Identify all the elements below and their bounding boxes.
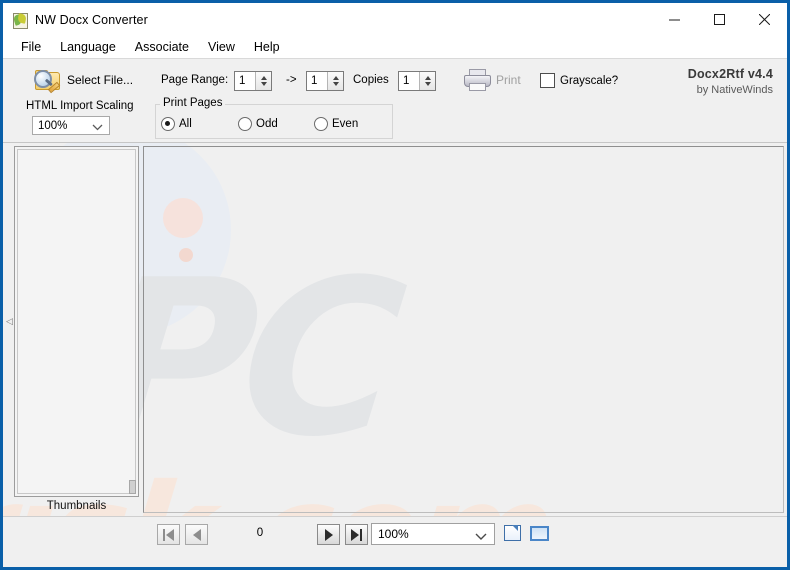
- print-pages-group-title: Print Pages: [160, 97, 226, 109]
- page-range-to-value: 1: [311, 75, 318, 87]
- menu-item-help[interactable]: Help: [245, 38, 289, 56]
- page-range-from-stepper[interactable]: 1: [234, 71, 272, 91]
- copies-stepper[interactable]: 1: [398, 71, 436, 91]
- radio-all-dot: [161, 117, 175, 131]
- menu-bar: File Language Associate View Help: [3, 36, 787, 58]
- thumbnails-label: Thumbnails: [46, 500, 107, 512]
- thumbnails-panel[interactable]: [14, 146, 139, 497]
- zoom-value: 100%: [378, 527, 409, 541]
- html-import-scaling-select[interactable]: 100%: [32, 116, 110, 135]
- html-import-scaling-value: 100%: [38, 119, 68, 132]
- zoom-select[interactable]: 100%: [371, 523, 495, 545]
- radio-even-dot: [314, 117, 328, 131]
- html-import-scaling-label: HTML Import Scaling: [26, 100, 134, 112]
- fit-page-view-icon[interactable]: [530, 524, 549, 543]
- single-page-view-icon[interactable]: [503, 524, 522, 543]
- toolbar-row-bottom: HTML Import Scaling 100% Print Pages All…: [3, 97, 787, 139]
- grayscale-checkbox[interactable]: Grayscale?: [540, 73, 618, 88]
- radio-even-label: Even: [332, 118, 359, 130]
- status-bar: 0 100%: [3, 516, 787, 567]
- toolbar: Select File... Page Range: 1 -> 1 Copies…: [3, 58, 787, 143]
- title-bar: NW Docx Converter: [3, 3, 787, 36]
- page-range-label: Page Range:: [161, 74, 229, 86]
- grayscale-label: Grayscale?: [560, 74, 619, 87]
- window-title: NW Docx Converter: [35, 12, 148, 27]
- page-range-to-arrows[interactable]: [327, 72, 343, 90]
- printer-icon: [463, 69, 491, 91]
- collapse-chevron-icon[interactable]: ◁: [6, 317, 13, 326]
- next-page-icon[interactable]: [317, 524, 340, 545]
- radio-print-all[interactable]: All: [161, 117, 192, 131]
- brand-author: by NativeWinds: [696, 84, 773, 96]
- grayscale-checkbox-box[interactable]: [540, 73, 555, 88]
- page-range-to-stepper[interactable]: 1: [306, 71, 344, 91]
- copies-value: 1: [403, 75, 410, 87]
- print-button[interactable]: Print: [463, 69, 521, 91]
- menu-item-view[interactable]: View: [199, 38, 244, 56]
- radio-print-odd[interactable]: Odd: [238, 117, 278, 131]
- menu-item-language[interactable]: Language: [51, 38, 125, 56]
- radio-print-even[interactable]: Even: [314, 117, 358, 131]
- previous-page-icon[interactable]: [185, 524, 208, 545]
- page-range-from-arrows[interactable]: [255, 72, 271, 90]
- radio-odd-label: Odd: [256, 118, 278, 130]
- toolbar-row-top: Select File... Page Range: 1 -> 1 Copies…: [3, 65, 787, 99]
- maximize-icon[interactable]: [697, 3, 742, 36]
- folder-search-icon: [34, 69, 61, 94]
- chevron-down-icon: [92, 122, 103, 134]
- application-window: NW Docx Converter File Language Associat…: [0, 0, 790, 570]
- menu-item-associate[interactable]: Associate: [126, 38, 198, 56]
- menu-item-file[interactable]: File: [12, 38, 50, 56]
- main-content-area: PC risk.com ◁ Thumbnails: [3, 143, 787, 516]
- page-number-display: 0: [256, 527, 264, 539]
- brand-info: Docx2Rtf v4.4 by NativeWinds: [688, 67, 773, 96]
- select-file-label: Select File...: [67, 73, 134, 87]
- copies-arrows[interactable]: [419, 72, 435, 90]
- select-file-button[interactable]: Select File...: [34, 69, 134, 94]
- last-page-icon[interactable]: [345, 524, 368, 545]
- chevron-down-icon: [475, 530, 487, 544]
- copies-label: Copies: [353, 74, 389, 86]
- first-page-icon[interactable]: [157, 524, 180, 545]
- radio-odd-dot: [238, 117, 252, 131]
- thumbnails-splitter[interactable]: ◁: [5, 143, 14, 500]
- page-range-from-value: 1: [239, 75, 246, 87]
- document-preview-panel[interactable]: [143, 146, 784, 513]
- thumbnails-list[interactable]: [17, 149, 136, 494]
- window-controls: [652, 3, 787, 36]
- brand-name: Docx2Rtf v4.4: [687, 67, 773, 81]
- app-document-icon: [12, 12, 28, 29]
- print-label: Print: [496, 73, 521, 87]
- page-range-arrow: ->: [286, 74, 297, 86]
- minimize-icon[interactable]: [652, 3, 697, 36]
- radio-all-label: All: [179, 118, 192, 130]
- close-icon[interactable]: [742, 3, 787, 36]
- thumbnails-scrollbar[interactable]: [129, 480, 136, 494]
